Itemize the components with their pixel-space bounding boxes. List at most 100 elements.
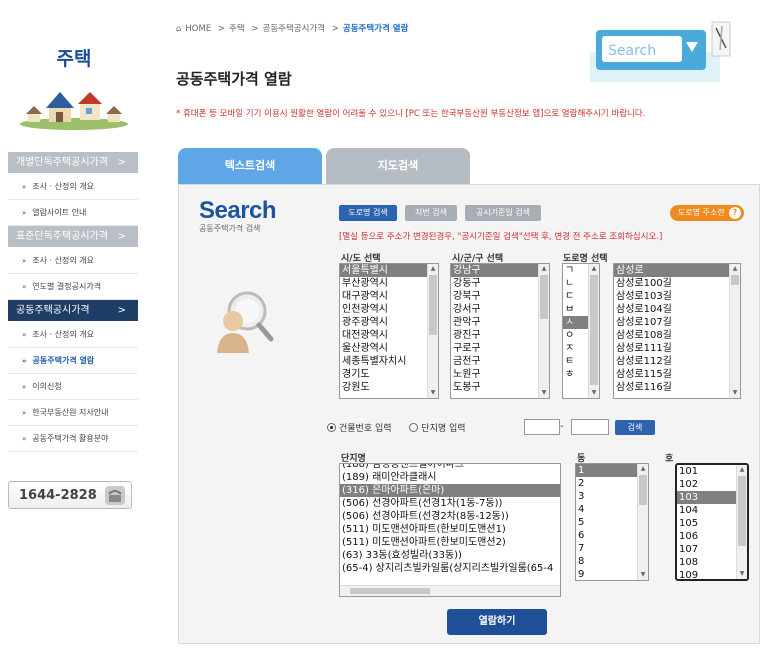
sidebar-item-standard-yearly[interactable]: » 연도별 결정공시가격 [8,274,138,300]
road-name-option[interactable]: 삼성로112길 [614,355,740,368]
sigungu-option[interactable]: 강동구 [451,277,549,290]
sigungu-select[interactable]: 강남구 강동구 강북구 강서구 관악구 광진구 구로구 금천구 노원구 도봉구 ▲ ▼ [450,263,550,399]
sigungu-option[interactable]: 구로구 [451,342,549,355]
sidebar-item-usage[interactable]: » 공동주택가격 활용분야 [8,426,138,452]
sigungu-option[interactable]: 광진구 [451,329,549,342]
ho-scrollbar[interactable]: ▲ ▼ [736,465,747,579]
sigungu-option[interactable]: 강북구 [451,290,549,303]
sigungu-option[interactable]: 강서구 [451,303,549,316]
dong-scrollbar[interactable]: ▲ ▼ [637,464,648,580]
scroll-up-icon[interactable]: ▲ [539,264,549,274]
complex-select[interactable]: (188) 삼성동센트럴아이파크 (189) 래미안라클래시 (316) 은마아파트… [339,463,561,597]
lot-search-button[interactable]: 지번 검색 [405,205,457,221]
sigungu-option[interactable]: 도봉구 [451,381,549,394]
scroll-up-icon[interactable]: ▲ [730,264,740,274]
road-name-option[interactable]: 삼성로100길 [614,277,740,290]
tab-text-search[interactable]: 텍스트검색 [178,148,322,184]
sidebar-item-label: 조사 · 산정의 개요 [32,182,94,191]
sidebar-title: 주택 [56,48,92,70]
scroll-up-icon[interactable]: ▲ [638,464,648,474]
complex-option[interactable]: (188) 삼성동센트럴아이파크 [340,464,560,471]
sigungu-scrollbar[interactable]: ▲ ▼ [538,264,549,398]
building-number-radio[interactable] [327,423,336,432]
breadcrumb-level1[interactable]: 주택 [229,24,245,34]
scroll-up-icon[interactable]: ▲ [589,264,599,274]
sidebar-item-apartment-overview[interactable]: » 조사 · 산정의 개요 [8,322,138,348]
building-search-button[interactable]: 검색 [615,420,655,435]
sidebar-section-individual[interactable]: 개별단독주택공시가격 > [8,152,138,173]
road-name-option[interactable]: 삼성로103길 [614,290,740,303]
road-name-option[interactable]: 삼성로104길 [614,303,740,316]
sidebar-item-individual-site[interactable]: » 열람사이트 안내 [8,200,138,226]
road-search-button[interactable]: 도로명 검색 [339,205,397,221]
sido-option[interactable]: 광주광역시 [340,316,438,329]
sido-option[interactable]: 경기도 [340,368,438,381]
ho-select[interactable]: 101102103104105106107108109110 ▲▼ [675,463,749,581]
sigungu-option[interactable]: 관악구 [451,316,549,329]
initial-scrollbar[interactable]: ▲ ▼ [588,264,599,398]
sidebar-item-standard-overview[interactable]: » 조사 · 산정의 개요 [8,248,138,274]
scroll-down-icon[interactable]: ▼ [539,388,549,398]
sigungu-option[interactable]: 강남구 [451,264,549,277]
complex-option[interactable]: (506) 선경아파트(선경2차(8동-12동)) [340,510,560,523]
sido-select[interactable]: 서울특별시 부산광역시 대구광역시 인천광역시 광주광역시 대전광역시 울산광역시 세종특별자… [339,263,439,399]
home-icon: ⌂ [176,24,182,34]
scroll-down-icon[interactable]: ▼ [428,388,438,398]
sidebar-item-individual-overview[interactable]: » 조사 · 산정의 개요 [8,174,138,200]
complex-option[interactable]: (65-4) 상지리츠빌카일룸(상지리츠빌카일룸(65-4 [340,562,560,575]
sido-option[interactable]: 강원도 [340,381,438,394]
complex-option[interactable]: (511) 미도맨션아파트(한보미도맨션2) [340,536,560,549]
road-name-option[interactable]: 삼성로 [614,264,740,277]
road-name-select[interactable]: 삼성로 삼성로100길 삼성로103길 삼성로104길 삼성로107길 삼성로108길 삼성… [613,263,741,399]
complex-option[interactable]: (316) 은마아파트(은마) [340,484,560,497]
chevron-right-icon: > [117,231,126,242]
road-scrollbar[interactable]: ▲ ▼ [729,264,740,398]
road-initial-select[interactable]: ㄱㄴㄷㅂㅅㅇㅈㅌㅎ ▲ ▼ [562,263,600,399]
complex-option[interactable]: (63) 33동(효성빌라(33동)) [340,549,560,562]
road-help-label: 도로명 주소란 [678,208,725,217]
sido-scrollbar[interactable]: ▲ ▼ [427,264,438,398]
tab-map-search[interactable]: 지도검색 [326,148,470,184]
bullet-icon: » [22,409,27,417]
road-name-option[interactable]: 삼성로107길 [614,316,740,329]
sido-option[interactable]: 부산광역시 [340,277,438,290]
building-number-sub-input[interactable] [571,419,609,435]
breadcrumb-home[interactable]: HOME [185,24,211,34]
sido-option[interactable]: 세종특별자치시 [340,355,438,368]
sidebar-section-standard[interactable]: 표준단독주택공시가격 > [8,226,138,247]
breadcrumb-level2[interactable]: 공동주택공시가격 [263,24,326,34]
complex-option[interactable]: (511) 미도맨션아파트(한보미도맨션1) [340,523,560,536]
sidebar: 주택 개별단독주택공시가격 > » 조사 · 산정의 개요 » 열람사이트 안내 표준… [0,0,148,648]
road-name-option[interactable]: 삼성로116길 [614,381,740,394]
sido-option[interactable]: 대구광역시 [340,290,438,303]
road-name-option[interactable]: 삼성로111길 [614,342,740,355]
sigungu-option[interactable]: 노원구 [451,368,549,381]
sido-option[interactable]: 대전광역시 [340,329,438,342]
date-search-button[interactable]: 공시기준일 검색 [465,205,541,221]
sido-option[interactable]: 서울특별시 [340,264,438,277]
sidebar-section-apartment[interactable]: 공동주택공시가격 > [8,300,138,321]
sidebar-item-branch[interactable]: » 한국부동산원 지사안내 [8,400,138,426]
building-number-main-input[interactable] [524,419,560,435]
road-name-option[interactable]: 삼성로108길 [614,329,740,342]
sigungu-option[interactable]: 금천구 [451,355,549,368]
view-button[interactable]: 열람하기 [447,609,547,635]
scroll-down-icon[interactable]: ▼ [737,569,747,579]
scroll-up-icon[interactable]: ▲ [737,465,747,475]
sido-option[interactable]: 인천광역시 [340,303,438,316]
complex-name-radio[interactable] [409,423,419,432]
complex-option[interactable]: (506) 선경아파트(선경1차(1동-7동)) [340,497,560,510]
complex-option[interactable]: (189) 래미안라클래시 [340,471,560,484]
scroll-up-icon[interactable]: ▲ [428,264,438,274]
road-address-help-button[interactable]: 도로명 주소란? [670,205,744,221]
complex-hscrollbar[interactable] [340,585,560,596]
scroll-down-icon[interactable]: ▼ [730,388,740,398]
sidebar-item-objection[interactable]: » 이의신청 [8,374,138,400]
scroll-down-icon[interactable]: ▼ [638,570,648,580]
sidebar-item-apartment-view[interactable]: » 공동주택가격 열람 [8,348,138,374]
sidebar-item-label: 이의신청 [32,382,62,391]
dong-select[interactable]: 1234567891011 ▲▼ [575,463,649,581]
scroll-down-icon[interactable]: ▼ [589,388,599,398]
sido-option[interactable]: 울산광역시 [340,342,438,355]
road-name-option[interactable]: 삼성로115길 [614,368,740,381]
